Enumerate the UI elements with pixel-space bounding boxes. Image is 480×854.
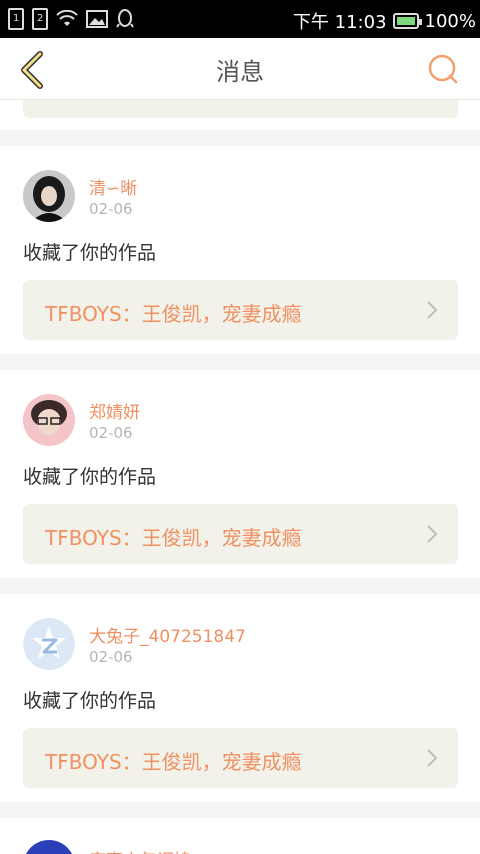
list-item-partial (0, 100, 480, 130)
username[interactable]: 大兔子_407251847 (89, 622, 246, 647)
status-bar: 1 2 下午 11:03 100% (0, 0, 480, 38)
list-item[interactable]: 清∽晰 02-06 收藏了你的作品 TFBOYS：王俊凯，宠妻成瘾 (0, 146, 480, 354)
app-header: 消息 (0, 38, 480, 100)
username[interactable]: 郑婧妍 (89, 398, 140, 423)
work-link[interactable]: TFBOYS：王俊凯，宠妻成瘾 (23, 280, 458, 340)
action-text: 收藏了你的作品 (23, 690, 157, 712)
username[interactable]: 宠妻少年调媳 (89, 846, 191, 854)
search-icon (428, 54, 458, 84)
chevron-right-icon (427, 749, 438, 767)
default-avatar-icon (23, 618, 75, 670)
status-bar-left: 1 2 (8, 8, 134, 30)
list-item[interactable]: 宠妻少年调媳 (0, 818, 480, 854)
sim2-icon: 2 (32, 8, 48, 30)
message-list[interactable]: 清∽晰 02-06 收藏了你的作品 TFBOYS：王俊凯，宠妻成瘾 郑婧妍 02… (0, 100, 480, 854)
battery-icon (392, 13, 422, 29)
avatar[interactable] (23, 394, 75, 446)
work-link[interactable]: TFBOYS：王俊凯，宠妻成瘾 (23, 728, 458, 788)
user-avatar-image (23, 170, 75, 222)
message-date: 02-06 (89, 648, 133, 666)
username[interactable]: 清∽晰 (89, 174, 137, 199)
message-date: 02-06 (89, 200, 133, 218)
action-text: 收藏了你的作品 (23, 466, 157, 488)
status-bar-right: 下午 11:03 100% (293, 8, 476, 34)
list-item[interactable]: 大兔子_407251847 02-06 收藏了你的作品 TFBOYS：王俊凯，宠… (0, 594, 480, 802)
work-link[interactable]: TFBOYS：王俊凯，宠妻成瘾 (23, 504, 458, 564)
user-avatar-image (23, 394, 75, 446)
wifi-icon (56, 10, 78, 26)
work-link-partial[interactable] (23, 100, 458, 118)
avatar[interactable] (23, 170, 75, 222)
chevron-right-icon (427, 301, 438, 319)
work-title: TFBOYS：王俊凯，宠妻成瘾 (45, 750, 302, 774)
avatar[interactable] (23, 840, 75, 854)
chevron-right-icon (427, 525, 438, 543)
action-text: 收藏了你的作品 (23, 242, 157, 264)
image-icon (86, 10, 108, 28)
battery-percent: 100% (424, 10, 476, 32)
list-item[interactable]: 郑婧妍 02-06 收藏了你的作品 TFBOYS：王俊凯，宠妻成瘾 (0, 370, 480, 578)
search-button[interactable] (426, 52, 460, 86)
status-time: 下午 11:03 (292, 12, 387, 33)
work-title: TFBOYS：王俊凯，宠妻成瘾 (45, 302, 302, 326)
avatar[interactable] (23, 618, 75, 670)
qq-icon (116, 9, 134, 28)
page-title: 消息 (216, 58, 264, 86)
work-title: TFBOYS：王俊凯，宠妻成瘾 (45, 526, 302, 550)
sim1-icon: 1 (8, 8, 24, 30)
message-date: 02-06 (89, 424, 133, 442)
